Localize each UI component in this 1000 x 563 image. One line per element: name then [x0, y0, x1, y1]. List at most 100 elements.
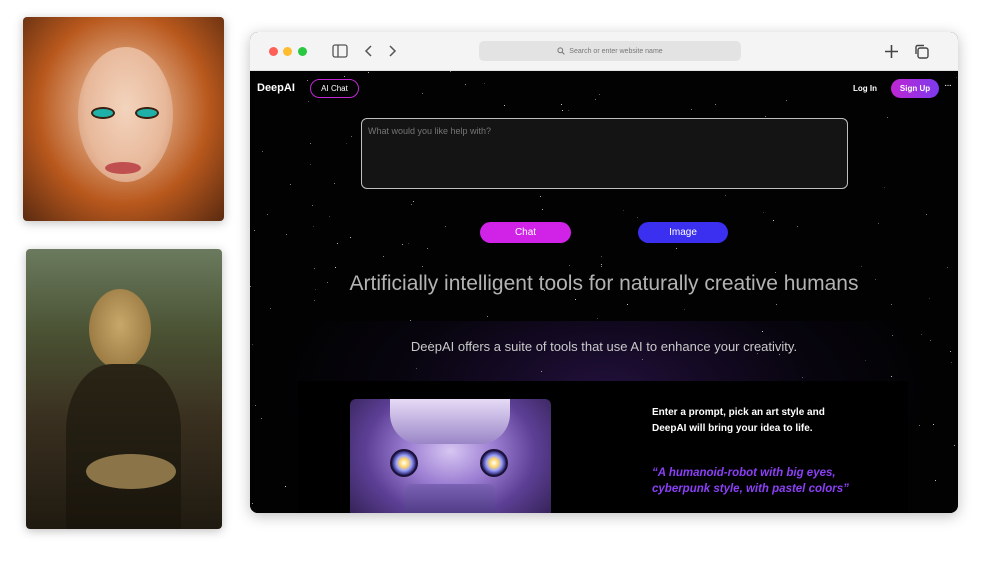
background-star: [562, 110, 563, 111]
background-star: [762, 331, 763, 332]
background-star: [802, 377, 803, 378]
search-icon: [557, 47, 566, 55]
background-star: [346, 143, 347, 144]
background-star: [765, 116, 766, 117]
feature-example-quote: “A humanoid-robot with big eyes, cyberpu…: [652, 467, 849, 495]
background-star: [575, 299, 576, 300]
background-star: [402, 244, 403, 245]
background-star: [601, 256, 602, 257]
background-star: [891, 376, 892, 377]
background-star: [595, 99, 596, 100]
background-star: [308, 101, 309, 102]
background-star: [286, 234, 287, 235]
background-star: [484, 83, 485, 84]
background-star: [368, 72, 369, 73]
browser-titlebar: Search or enter website name: [250, 32, 958, 71]
background-star: [568, 110, 569, 111]
hero-subline: DeepAI offers a suite of tools that use …: [410, 339, 798, 354]
background-star: [411, 204, 412, 205]
background-star: [334, 183, 335, 184]
background-star: [312, 205, 313, 206]
background-star: [601, 266, 602, 267]
back-icon[interactable]: [364, 44, 374, 62]
close-window-button[interactable]: [269, 47, 278, 56]
background-star: [504, 105, 505, 106]
background-star: [861, 266, 862, 267]
background-star: [892, 335, 893, 336]
background-star: [642, 359, 643, 360]
address-bar[interactable]: Search or enter website name: [479, 41, 741, 61]
background-star: [270, 308, 271, 309]
prompt-input[interactable]: [361, 118, 848, 189]
address-placeholder: Search or enter website name: [569, 47, 663, 55]
background-star: [926, 214, 927, 215]
login-link[interactable]: Log In: [853, 84, 877, 93]
sample-painting-image: [26, 249, 222, 529]
background-star: [416, 368, 417, 369]
background-star: [307, 80, 308, 81]
background-star: [310, 164, 311, 165]
robot-example-image: [350, 399, 551, 513]
background-star: [542, 209, 543, 210]
background-star: [691, 109, 692, 110]
sample-portrait-image: [23, 17, 224, 221]
feature-description: Enter a prompt, pick an art style and De…: [652, 407, 825, 434]
background-star: [956, 77, 957, 78]
deepai-logo[interactable]: DeepAI: [257, 82, 295, 94]
hero-headline: Artificially intelligent tools for natur…: [349, 272, 859, 295]
background-star: [285, 486, 286, 487]
background-star: [335, 267, 336, 268]
background-star: [254, 230, 255, 231]
background-star: [383, 256, 384, 257]
background-star: [887, 117, 888, 118]
background-star: [865, 360, 866, 361]
background-star: [255, 405, 256, 406]
background-star: [786, 100, 787, 101]
background-star: [261, 418, 262, 419]
background-star: [597, 318, 598, 319]
browser-window: Search or enter website name DeepAI AI C…: [250, 32, 958, 513]
background-star: [601, 264, 602, 265]
background-star: [487, 316, 488, 317]
background-star: [933, 424, 934, 425]
background-star: [725, 195, 726, 196]
background-star: [329, 216, 330, 217]
more-icon[interactable]: ···: [944, 80, 952, 91]
chat-button[interactable]: Chat: [480, 222, 571, 243]
forward-icon[interactable]: [387, 44, 397, 62]
background-star: [310, 143, 311, 144]
background-star: [541, 371, 542, 372]
background-star: [262, 151, 263, 152]
ai-chat-button[interactable]: AI Chat: [310, 79, 359, 98]
background-star: [715, 104, 716, 105]
minimize-window-button[interactable]: [283, 47, 292, 56]
tabs-icon[interactable]: [914, 44, 929, 63]
background-star: [410, 320, 411, 321]
background-star: [921, 334, 922, 335]
background-star: [954, 445, 955, 446]
background-star: [929, 298, 930, 299]
background-star: [314, 300, 315, 301]
new-tab-icon[interactable]: [884, 44, 899, 63]
signup-button[interactable]: Sign Up: [891, 79, 939, 98]
background-star: [684, 309, 685, 310]
background-star: [773, 220, 774, 221]
background-star: [422, 93, 423, 94]
background-star: [891, 304, 892, 305]
background-star: [884, 187, 885, 188]
background-star: [344, 76, 345, 77]
background-star: [313, 226, 314, 227]
background-star: [427, 248, 428, 249]
background-star: [947, 267, 948, 268]
background-star: [561, 104, 562, 105]
background-star: [878, 223, 879, 224]
background-star: [350, 237, 351, 238]
sidebar-icon[interactable]: [332, 44, 348, 62]
maximize-window-button[interactable]: [298, 47, 307, 56]
background-star: [413, 201, 414, 202]
background-star: [465, 84, 466, 85]
image-button[interactable]: Image: [638, 222, 728, 243]
background-star: [919, 425, 920, 426]
background-star: [776, 304, 777, 305]
background-star: [408, 243, 409, 244]
